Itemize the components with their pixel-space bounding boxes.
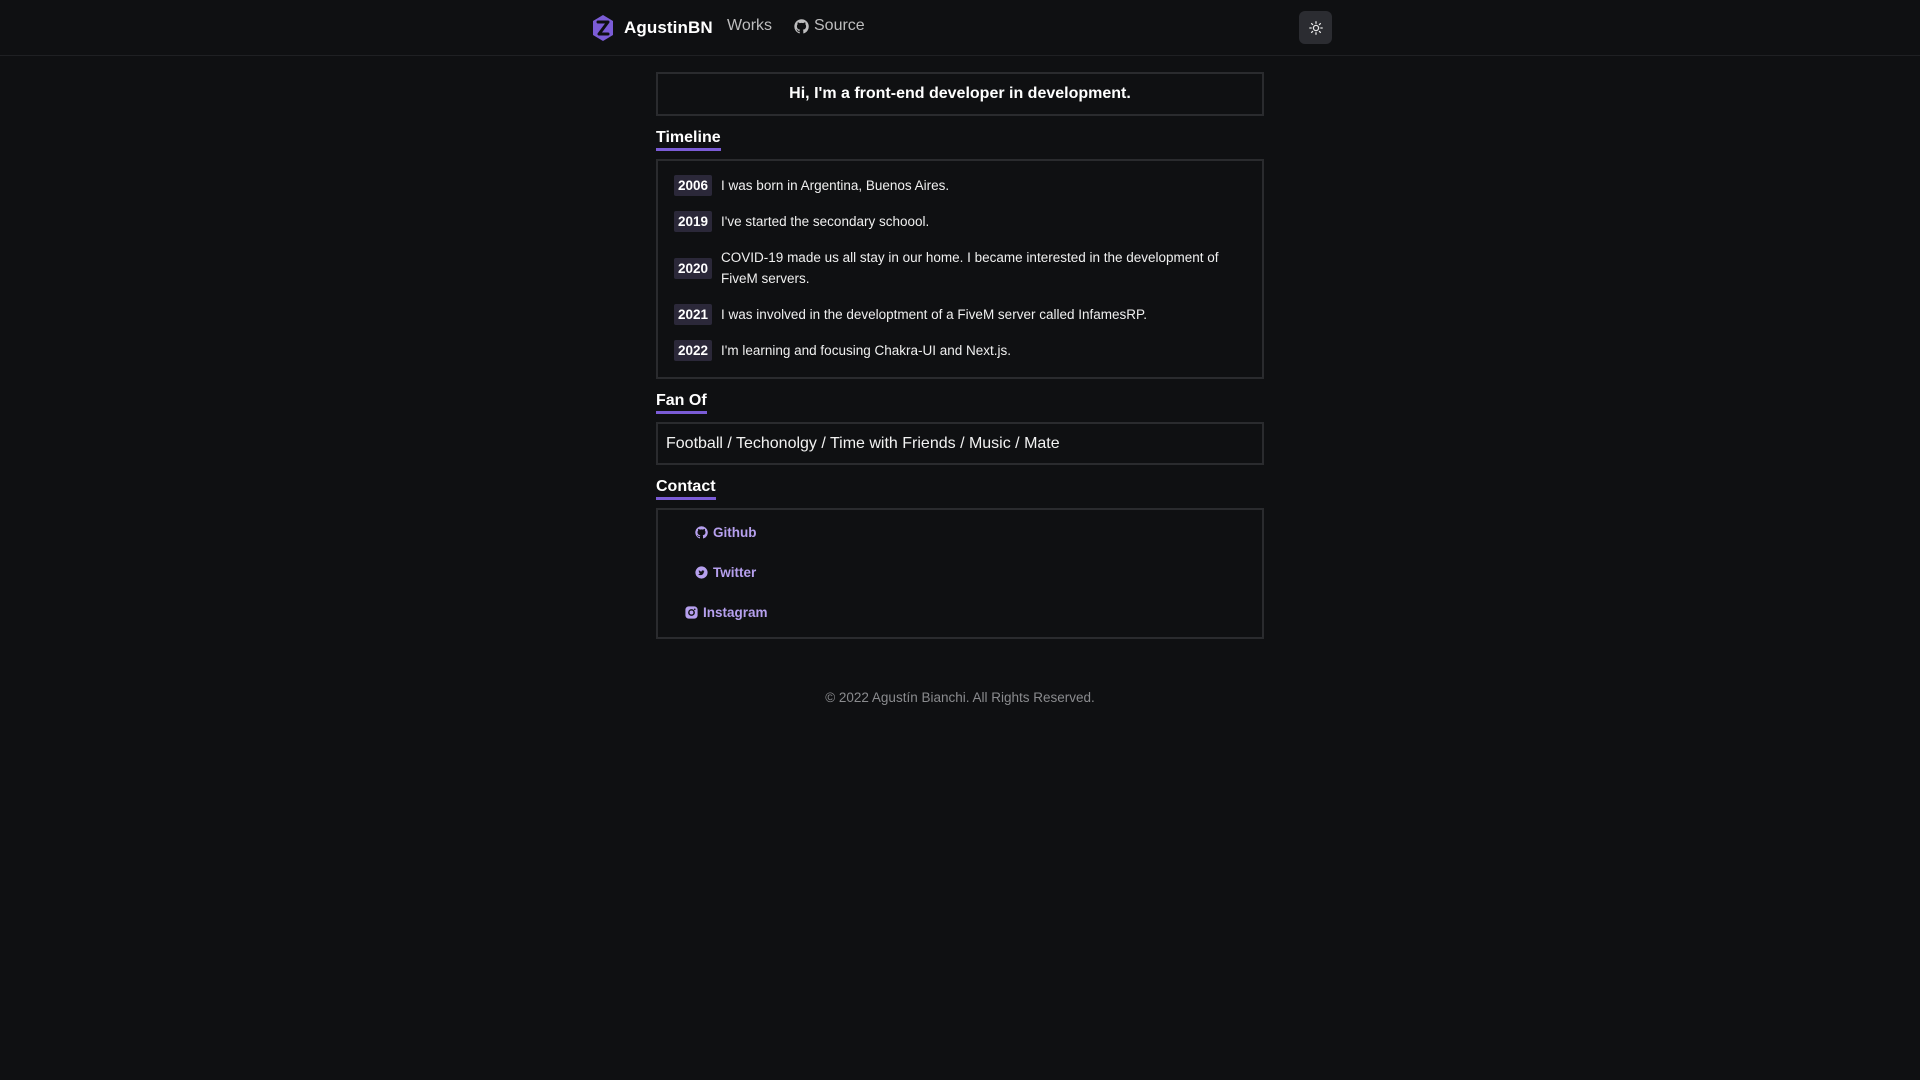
- timeline-text: COVID-19 made us all stay in our home. I…: [721, 250, 1219, 286]
- timeline-year-badge: 2022: [674, 340, 713, 361]
- intro-banner: Hi, I'm a front-end developer in develop…: [656, 72, 1264, 116]
- contact-link-label: Github: [713, 525, 757, 540]
- top-navbar: AgustinBN Works Source: [0, 0, 1920, 56]
- footer-copyright: © 2022 Agustín Bianchi. All Rights Reser…: [825, 690, 1095, 705]
- brand-home-link[interactable]: AgustinBN: [592, 13, 713, 43]
- timeline-item: 2022 I'm learning and focusing Chakra-UI…: [674, 340, 1246, 361]
- nav-source-label: Source: [814, 17, 865, 34]
- sun-icon: [1308, 20, 1323, 35]
- github-icon: [695, 526, 708, 539]
- section-title-timeline: Timeline: [656, 129, 721, 151]
- timeline-year-badge: 2020: [674, 257, 713, 279]
- contact-link-twitter[interactable]: Twitter: [695, 565, 756, 580]
- timeline-item: 2006 I was born in Argentina, Buenos Air…: [674, 175, 1246, 196]
- timeline-item: 2021 I was involved in the developtment …: [674, 304, 1246, 325]
- nav-link-source[interactable]: Source: [794, 17, 865, 35]
- timeline-year-badge: 2021: [674, 304, 713, 325]
- timeline-year-badge: 2019: [674, 211, 713, 232]
- timeline-box: 2006 I was born in Argentina, Buenos Air…: [656, 159, 1264, 379]
- contact-box: Github Twitter Instagram: [656, 508, 1264, 639]
- theme-toggle-button[interactable]: [1299, 11, 1332, 44]
- timeline-item: 2020 COVID-19 made us all stay in our ho…: [674, 247, 1246, 289]
- section-title-contact: Contact: [656, 478, 716, 500]
- contact-link-github[interactable]: Github: [695, 525, 757, 540]
- section-title-fan-of: Fan Of: [656, 392, 707, 414]
- fan-of-box: Football / Techonolgy / Time with Friend…: [656, 422, 1264, 465]
- intro-text: Hi, I'm a front-end developer in develop…: [789, 85, 1131, 102]
- instagram-icon: [685, 606, 698, 619]
- github-icon: [794, 18, 809, 33]
- timeline-year-badge: 2006: [674, 175, 713, 196]
- brand-logo-icon: [593, 15, 613, 41]
- contact-link-label: Instagram: [703, 605, 768, 620]
- brand-name: AgustinBN: [624, 18, 713, 37]
- fan-of-text: Football / Techonolgy / Time with Friend…: [666, 434, 1060, 452]
- nav-link-works[interactable]: Works: [727, 17, 772, 35]
- main-content: Hi, I'm a front-end developer in develop…: [656, 72, 1264, 639]
- timeline-text: I'm learning and focusing Chakra-UI and …: [721, 343, 1012, 358]
- timeline-text: I've started the secondary schoool.: [721, 214, 930, 229]
- timeline-item: 2019 I've started the secondary schoool.: [674, 211, 1246, 232]
- timeline-text: I was involved in the developtment of a …: [721, 307, 1148, 322]
- twitter-icon: [695, 566, 708, 579]
- timeline-text: I was born in Argentina, Buenos Aires.: [721, 178, 950, 193]
- contact-link-instagram[interactable]: Instagram: [685, 605, 768, 620]
- contact-link-label: Twitter: [713, 565, 757, 580]
